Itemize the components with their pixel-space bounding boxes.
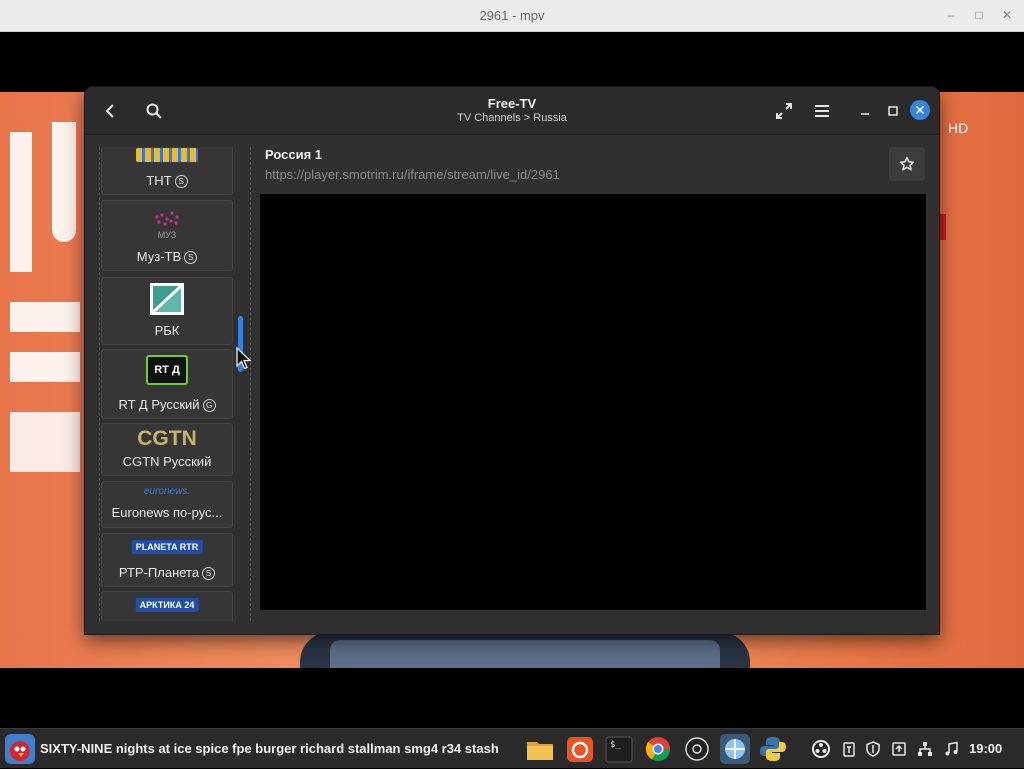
svg-text:$_: $_ bbox=[610, 740, 621, 750]
terminal-icon[interactable]: $_ bbox=[604, 734, 634, 764]
video-graphic bbox=[10, 132, 32, 272]
video-graphic bbox=[52, 122, 76, 242]
channel-label: ТНТ S bbox=[102, 173, 232, 188]
stream-type-badge: S bbox=[174, 175, 188, 188]
upload-icon[interactable] bbox=[891, 741, 907, 757]
channel-label: Euronews по-рус... bbox=[111, 505, 223, 520]
shield-icon[interactable] bbox=[865, 741, 881, 757]
mouse-cursor-icon bbox=[236, 347, 252, 370]
mpv-window-title: 2961 - mpv bbox=[479, 8, 545, 23]
hd-marker bbox=[938, 214, 946, 240]
hd-badge: HD bbox=[948, 120, 969, 136]
tnt-logo bbox=[136, 148, 198, 162]
channel-list[interactable]: ТНТ S МУЗ Муз-ТВ S РБК RT Д RT Д Русский… bbox=[99, 147, 251, 621]
muz-tv-logo: МУЗ bbox=[147, 207, 187, 241]
fullscreen-icon bbox=[776, 103, 792, 119]
minimize-icon bbox=[861, 113, 869, 115]
arktika-logo: АРКТИКА 24 bbox=[135, 598, 199, 612]
python-icon[interactable] bbox=[758, 734, 788, 764]
channel-item-arktika-24[interactable]: АРКТИКА 24 bbox=[101, 591, 233, 621]
music-icon[interactable] bbox=[943, 741, 959, 757]
video-graphic bbox=[10, 302, 80, 332]
mpv-titlebar: 2961 - mpv – □ ✕ bbox=[0, 0, 1024, 32]
freetv-icon[interactable] bbox=[720, 734, 750, 764]
rbk-logo bbox=[150, 283, 184, 315]
channel-item-euronews[interactable]: euronews. Euronews по-рус... bbox=[101, 481, 233, 528]
obs-icon[interactable] bbox=[811, 739, 831, 759]
clipboard-icon[interactable] bbox=[841, 741, 857, 757]
fullscreen-button[interactable] bbox=[770, 97, 798, 125]
channel-label: РТР-Планета S bbox=[102, 565, 232, 580]
rt-logo: RT Д bbox=[146, 355, 188, 385]
taskbar: SIXTY-NINE nights at ice spice fpe burge… bbox=[0, 728, 1024, 768]
hamburger-icon bbox=[815, 105, 829, 117]
star-icon bbox=[899, 156, 915, 171]
channel-item-rbk[interactable]: РБК bbox=[101, 277, 233, 345]
cgtn-logo: CGTN bbox=[137, 427, 197, 450]
clock[interactable]: 19:00 bbox=[969, 741, 1002, 756]
channel-label: РБК bbox=[154, 323, 180, 338]
obs-like-icon[interactable] bbox=[682, 734, 712, 764]
video-graphic bbox=[10, 412, 80, 472]
channel-url: https://player.smotrim.ru/iframe/stream/… bbox=[265, 167, 560, 182]
header-bar: Free-TV TV Channels > Russia ✕ bbox=[85, 87, 939, 135]
stream-type-badge: S bbox=[184, 251, 198, 264]
stream-type-badge: G bbox=[202, 399, 216, 412]
favorite-button[interactable] bbox=[889, 147, 925, 181]
stream-player[interactable] bbox=[260, 194, 926, 610]
channel-title: Россия 1 bbox=[265, 147, 322, 162]
minimize-icon[interactable]: – bbox=[944, 8, 958, 22]
channel-label: Муз-ТВ S bbox=[102, 249, 232, 264]
stream-type-badge: S bbox=[202, 567, 216, 580]
channel-label: CGTN Русский bbox=[122, 454, 212, 469]
ubuntu-software-icon[interactable] bbox=[565, 734, 595, 764]
freetv-window: Free-TV TV Channels > Russia ✕ ТНТ S МУЗ… bbox=[85, 87, 939, 634]
files-icon[interactable] bbox=[525, 734, 555, 764]
video-graphic bbox=[10, 352, 80, 382]
euronews-logo: euronews. bbox=[143, 486, 191, 497]
channel-item-rtr-planeta[interactable]: PLANETA RTR РТР-Планета S bbox=[101, 533, 233, 587]
channel-item-cgtn[interactable]: CGTN CGTN Русский bbox=[101, 423, 233, 476]
chrome-icon[interactable] bbox=[643, 734, 673, 764]
channel-item-rt-doc[interactable]: RT Д RT Д Русский G bbox=[101, 349, 233, 419]
window-maximize-button[interactable] bbox=[879, 97, 907, 125]
video-person-shirt bbox=[330, 640, 720, 668]
active-window-title[interactable]: SIXTY-NINE nights at ice spice fpe burge… bbox=[40, 741, 499, 756]
window-close-button[interactable]: ✕ bbox=[910, 100, 930, 120]
svg-text:МУЗ: МУЗ bbox=[158, 230, 176, 240]
channel-label: RT Д Русский G bbox=[102, 397, 232, 412]
channel-item-tnt[interactable]: ТНТ S bbox=[101, 147, 233, 195]
maximize-icon[interactable]: □ bbox=[972, 8, 986, 22]
angry-birds-icon[interactable] bbox=[5, 734, 35, 764]
planeta-logo: PLANETA RTR bbox=[131, 540, 203, 554]
network-icon[interactable] bbox=[917, 741, 933, 757]
channel-item-muz-tv[interactable]: МУЗ Муз-ТВ S bbox=[101, 200, 233, 271]
close-icon[interactable]: ✕ bbox=[1000, 8, 1014, 22]
maximize-icon bbox=[888, 106, 898, 116]
window-minimize-button[interactable] bbox=[851, 97, 879, 125]
menu-button[interactable] bbox=[808, 97, 836, 125]
